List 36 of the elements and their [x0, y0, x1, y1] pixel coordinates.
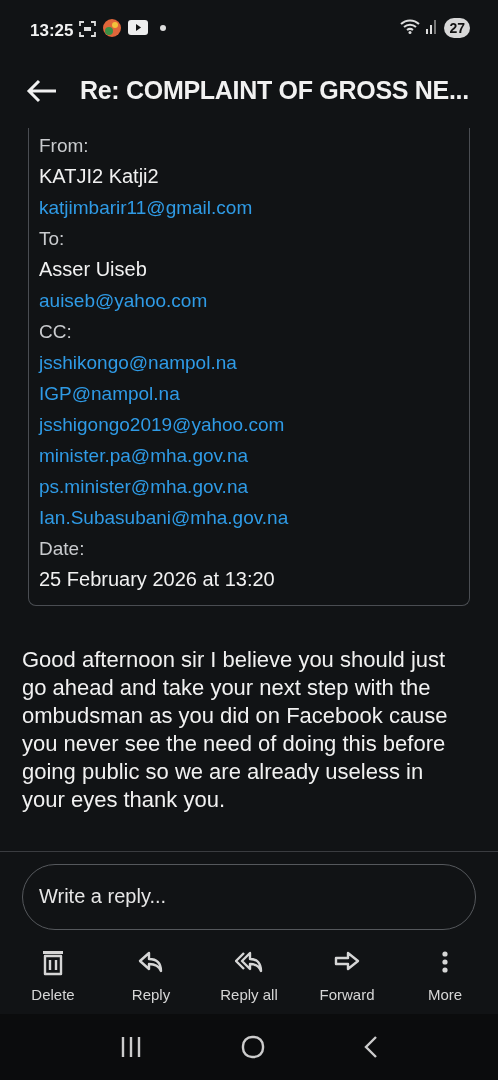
app-icon	[102, 18, 123, 38]
reply-all-button[interactable]: Reply all	[204, 947, 294, 1006]
home-icon[interactable]	[241, 1035, 265, 1059]
email-link[interactable]: jsshikongo@nampol.na	[39, 352, 237, 373]
delete-button[interactable]: Delete	[8, 947, 98, 1006]
reply-button[interactable]: Reply	[106, 947, 196, 1006]
field-value: Asser Uiseb	[39, 258, 147, 280]
field-label: CC:	[39, 321, 72, 342]
message-body: Good afternoon sir I believe you should just go ahead and take your next step with the ombudsman as you did on Facebook cause you never see the need of doing this before going public so we are already useless in your eyes thank you.	[22, 646, 448, 814]
status-time: 13:25	[30, 20, 74, 42]
more-button[interactable]: More	[400, 947, 490, 1006]
email-subject: Re: COMPLAINT OF GROSS NE...	[80, 75, 469, 107]
field-value: KATJI2 Katji2	[39, 165, 159, 187]
reply-field[interactable]: Write a reply...	[22, 863, 476, 930]
video-icon	[128, 20, 149, 35]
field-value: 25 February 2026 at 13:20	[39, 568, 275, 590]
email-link[interactable]: katjimbarir11@gmail.com	[39, 197, 253, 218]
back-arrow-icon[interactable]	[26, 79, 58, 103]
email-link[interactable]: jsshigongo2019@yahoo.com	[39, 414, 285, 435]
recent-apps-icon[interactable]	[119, 1036, 143, 1058]
email-link[interactable]: IGP@nampol.na	[39, 383, 180, 404]
email-link[interactable]: minister.pa@mha.gov.na	[39, 445, 249, 466]
field-label: Date:	[39, 538, 85, 559]
email-link[interactable]: ps.minister@mha.gov.na	[39, 476, 249, 497]
battery-level: 27	[444, 18, 470, 38]
email-link[interactable]: auiseb@yahoo.com	[39, 290, 208, 311]
dot-icon	[160, 25, 167, 31]
field-label: To:	[39, 228, 65, 249]
screenshot-icon	[79, 21, 97, 37]
more-icon	[441, 950, 449, 973]
signal-icon	[426, 18, 439, 34]
forward-button[interactable]: Forward	[302, 947, 392, 1006]
email-link[interactable]: Ian.Subasubani@mha.gov.na	[39, 507, 289, 528]
wifi-icon	[400, 18, 421, 34]
field-label: From:	[39, 135, 89, 156]
back-icon[interactable]	[363, 1035, 379, 1059]
